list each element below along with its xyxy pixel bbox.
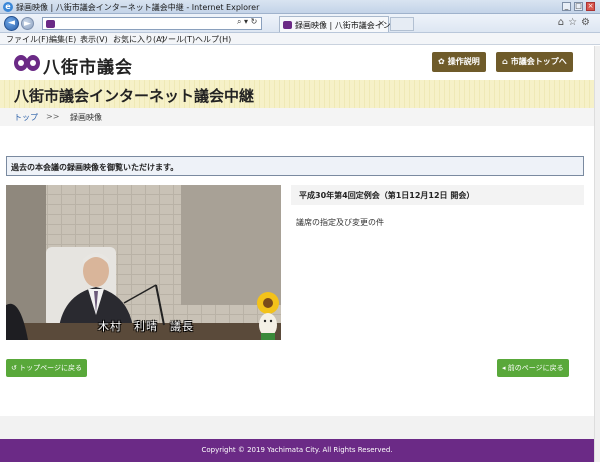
breadcrumb-current: 録画映像	[70, 113, 102, 122]
page-banner: 八街市議会インターネット議会中継	[0, 80, 594, 108]
back-to-top-button[interactable]: ↺ トップページに戻る	[6, 359, 87, 377]
logo-text: 八街市議会	[43, 58, 133, 78]
session-header: 平成30年第4回定例会（第1日12月12日 開会）	[291, 185, 584, 205]
address-tools[interactable]: ⌕ ▾ ↻	[237, 17, 257, 27]
footer-spacer	[0, 416, 594, 439]
window-titlebar: e 録画映像 | 八街市議会インターネット議会中継 - Internet Exp…	[0, 0, 600, 14]
breadcrumb: トップ >> 録画映像	[0, 108, 594, 126]
menu-bar: ファイル(F) 編集(E) 表示(V) お気に入り(A) ツール(T) ヘルプ(…	[0, 33, 600, 45]
council-top-button[interactable]: ⌂ 市議会トップへ	[496, 52, 573, 72]
forward-button[interactable]: ►	[21, 17, 34, 30]
minimize-button[interactable]: _	[562, 2, 571, 11]
tab-close-icon[interactable]: ×	[377, 19, 385, 29]
address-toolbar: ◄ ► ⌕ ▾ ↻ 録画映像 | 八街市議会イン... × ⌂☆⚙	[0, 14, 600, 33]
menu-view[interactable]: 表示(V)	[80, 34, 108, 45]
breadcrumb-separator: >>	[46, 112, 60, 121]
video-frame-image	[6, 185, 281, 340]
menu-favorites[interactable]: お気に入り(A)	[113, 34, 165, 45]
ie-icon: e	[3, 2, 13, 12]
arrow-return-icon: ↺	[11, 364, 20, 372]
toolbar-right-icons[interactable]: ⌂☆⚙	[558, 17, 594, 28]
page-footer: Copyright © 2019 Yachimata City. All Rig…	[0, 439, 594, 462]
video-player[interactable]: 木村 利晴 議長	[6, 185, 281, 340]
session-title: 平成30年第4回定例会（第1日12月12日 開会）	[299, 191, 475, 200]
notice-text: 過去の本会議の録画映像を御覧いただけます。	[11, 163, 179, 172]
browser-tab-active[interactable]: 録画映像 | 八街市議会イン... ×	[279, 16, 398, 32]
menu-help[interactable]: ヘルプ(H)	[195, 34, 231, 45]
back-to-previous-button[interactable]: ◂ 前のページに戻る	[497, 359, 569, 377]
new-tab-button[interactable]	[390, 17, 414, 31]
maximize-button[interactable]: □	[574, 2, 583, 11]
copyright-text: Copyright © 2019 Yachimata City. All Rig…	[201, 446, 393, 454]
speaker-caption: 木村 利晴 議長	[98, 320, 194, 333]
breadcrumb-home-link[interactable]: トップ	[14, 112, 38, 123]
page-title: 八街市議会インターネット議会中継	[14, 87, 255, 105]
agenda-item[interactable]: 議席の指定及び変更の件	[296, 217, 384, 228]
menu-tools[interactable]: ツール(T)	[160, 34, 195, 45]
close-button[interactable]: ×	[586, 2, 595, 11]
menu-file[interactable]: ファイル(F)	[6, 34, 49, 45]
site-favicon	[46, 20, 55, 28]
building-icon: ⌂	[502, 57, 508, 66]
tab-favicon	[283, 21, 292, 29]
logo-mark-icon	[14, 55, 40, 71]
vertical-scrollbar[interactable]	[594, 46, 600, 462]
menu-edit[interactable]: 編集(E)	[49, 34, 76, 45]
web-page: 八街市議会 ✿ 操作説明 ⌂ 市議会トップへ 八街市議会インターネット議会中継 トッ…	[0, 46, 594, 462]
help-button[interactable]: ✿ 操作説明	[432, 52, 486, 72]
notice-box: 過去の本会議の録画映像を御覧いただけます。	[6, 156, 584, 176]
gear-icon: ✿	[438, 57, 445, 66]
address-input[interactable]	[42, 17, 262, 30]
back-button[interactable]: ◄	[4, 16, 19, 31]
window-title: 録画映像 | 八街市議会インターネット議会中継 - Internet Explo…	[16, 3, 260, 12]
